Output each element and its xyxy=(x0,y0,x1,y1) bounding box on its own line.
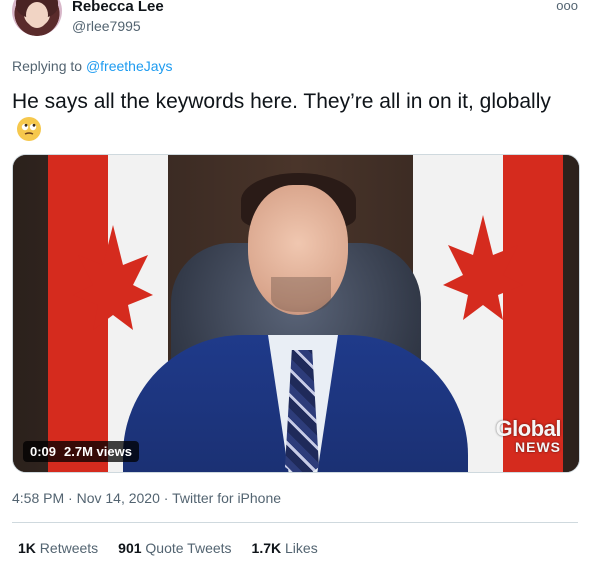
replying-mention-link[interactable]: @freetheJays xyxy=(86,58,173,74)
logo-line-2: NEWS xyxy=(515,439,561,455)
likes-count: 1.7K xyxy=(251,540,282,556)
video-time: 0:09 xyxy=(30,444,57,459)
tweet-text: He says all the keywords here. They’re a… xyxy=(12,88,572,146)
global-news-logo: Global NEWS xyxy=(495,416,562,455)
tweet-date: Nov 14, 2020 xyxy=(76,490,160,506)
likes-stat[interactable]: 1.7K Likes xyxy=(252,540,318,556)
video-player[interactable]: 0:09 2.7M views Global NEWS xyxy=(12,154,580,473)
video-views: 2.7M views xyxy=(64,444,132,459)
user-handle[interactable]: @rlee7995 xyxy=(72,18,141,34)
beard xyxy=(271,277,331,312)
quote-tweets-stat[interactable]: 901 Quote Tweets xyxy=(118,540,231,556)
retweets-label: Retweets xyxy=(39,540,99,556)
avatar-face xyxy=(26,2,48,28)
tweet-text-content: He says all the keywords here. They’re a… xyxy=(12,90,551,113)
retweets-count: 1K xyxy=(18,540,36,556)
retweets-stat[interactable]: 1K Retweets xyxy=(18,540,98,556)
tweet-time-link[interactable]: 4:58 PM · Nov 14, 2020 xyxy=(12,490,164,506)
display-name[interactable]: Rebecca Lee xyxy=(72,0,164,15)
meta-separator: · xyxy=(68,490,77,506)
replying-to: Replying to @freetheJays xyxy=(12,58,173,74)
eye-roll-emoji-icon xyxy=(17,117,41,141)
quote-tweets-count: 901 xyxy=(118,540,142,556)
replying-prefix: Replying to xyxy=(12,58,83,74)
more-options-icon[interactable]: ooo xyxy=(556,0,578,13)
tweet: Rebecca Lee @rlee7995 ooo Replying to @f… xyxy=(0,0,590,565)
tweet-source-link[interactable]: Twitter for iPhone xyxy=(172,490,281,506)
likes-label: Likes xyxy=(285,540,318,556)
quote-tweets-label: Quote Tweets xyxy=(145,540,232,556)
tweet-stats: 1K Retweets 901 Quote Tweets 1.7K Likes xyxy=(18,540,318,556)
logo-line-1: Global xyxy=(495,416,562,441)
meta-separator-2: · xyxy=(163,490,173,506)
divider xyxy=(12,522,578,523)
tweet-time: 4:58 PM xyxy=(12,490,65,506)
video-badge: 0:09 2.7M views xyxy=(23,441,139,462)
avatar[interactable] xyxy=(12,0,62,36)
tweet-meta: 4:58 PM · Nov 14, 2020 · Twitter for iPh… xyxy=(12,490,281,506)
